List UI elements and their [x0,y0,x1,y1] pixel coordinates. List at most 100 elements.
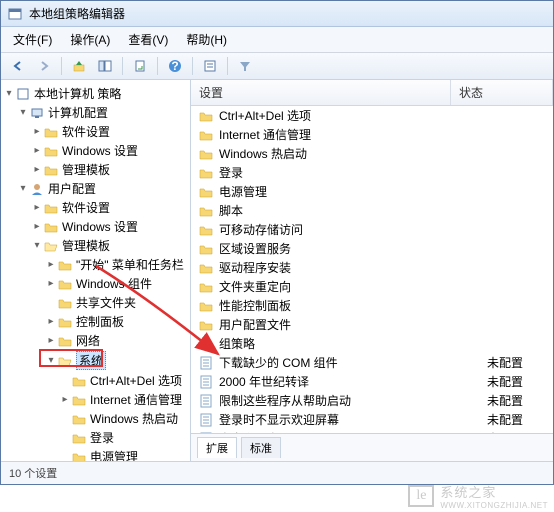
tree-item[interactable]: ▸网络 [1,331,190,350]
column-name[interactable]: 设置 [191,80,451,105]
list-folder-row[interactable]: Ctrl+Alt+Del 选项 [191,106,553,125]
tree-system-selected[interactable]: ▾系统 [1,350,190,371]
statusbar: 10 个设置 [1,461,553,484]
watermark-brand: 系统之家 [440,482,548,501]
list-setting-row[interactable]: 限制这些程序从帮助启动未配置 [191,391,553,410]
tree-item[interactable]: 电源管理 [1,447,190,461]
tree-item[interactable]: ▸Windows 组件 [1,274,190,293]
titlebar: 本地组策略编辑器 [1,1,553,27]
tree-item[interactable]: ▸Windows 设置 [1,141,190,160]
user-icon [29,182,45,196]
list-folder-row[interactable]: 登录 [191,163,553,182]
folder-icon [71,412,87,426]
gpedit-window: 本地组策略编辑器 文件(F) 操作(A) 查看(V) 帮助(H) ? ▾本地计算… [0,0,554,485]
item-name: 登录时不显示欢迎屏幕 [219,411,479,428]
column-state[interactable]: 状态 [451,80,553,105]
tree-item[interactable]: 登录 [1,428,190,447]
item-state: 未配置 [479,373,553,390]
tree-item[interactable]: ▸软件设置 [1,122,190,141]
folder-icon [197,299,215,313]
folder-icon [197,147,215,161]
tree-item[interactable]: Ctrl+Alt+Del 选项 [1,371,190,390]
tree-item[interactable]: 共享文件夹 [1,293,190,312]
tree-item[interactable]: ▸控制面板 [1,312,190,331]
expand-icon[interactable]: ▸ [31,145,43,156]
toolbar-separator [61,57,62,75]
expand-icon[interactable]: ▸ [31,221,43,232]
list-folder-row[interactable]: Windows 热启动 [191,144,553,163]
folder-icon [57,258,73,272]
expand-icon[interactable]: ▸ [31,202,43,213]
list-setting-row[interactable]: 登录时不显示欢迎屏幕未配置 [191,410,553,429]
properties-button[interactable] [199,56,221,76]
list-body[interactable]: Ctrl+Alt+Del 选项Internet 通信管理Windows 热启动登… [191,106,553,433]
list-folder-row[interactable]: 文件夹重定向 [191,277,553,296]
folder-icon [71,431,87,445]
tree-item[interactable]: ▸软件设置 [1,198,190,217]
item-name: 下载缺少的 COM 组件 [219,354,479,371]
tree-computer-config[interactable]: ▾计算机配置 [1,103,190,122]
tree-admin-templates[interactable]: ▾管理模板 [1,236,190,255]
collapse-icon[interactable]: ▾ [17,107,29,118]
help-button[interactable]: ? [164,56,186,76]
tab-standard[interactable]: 标准 [241,437,281,458]
collapse-icon[interactable]: ▾ [17,183,29,194]
menu-help[interactable]: 帮助(H) [178,29,235,50]
item-name: 文件夹重定向 [219,278,479,295]
tree-item[interactable]: ▸管理模板 [1,160,190,179]
expand-icon[interactable]: ▸ [31,126,43,137]
tree-item[interactable]: Windows 热启动 [1,409,190,428]
tree-user-config[interactable]: ▾用户配置 [1,179,190,198]
setting-icon [197,394,215,408]
expand-icon[interactable]: ▸ [31,164,43,175]
folder-icon [197,223,215,237]
tree-pane[interactable]: ▾本地计算机 策略 ▾计算机配置 ▸软件设置 ▸Windows 设置 ▸管理模板… [1,80,191,461]
list-folder-row[interactable]: 电源管理 [191,182,553,201]
collapse-icon[interactable]: ▾ [3,88,15,99]
list-folder-row[interactable]: 组策略 [191,334,553,353]
list-folder-row[interactable]: 可移动存储访问 [191,220,553,239]
show-hide-tree-button[interactable] [94,56,116,76]
list-folder-row[interactable]: 驱动程序安装 [191,258,553,277]
folder-icon [57,296,73,310]
menu-view[interactable]: 查看(V) [120,29,176,50]
menu-file[interactable]: 文件(F) [5,29,60,50]
toolbar-separator [122,57,123,75]
setting-icon [197,375,215,389]
expand-icon[interactable]: ▸ [45,316,57,327]
list-setting-row[interactable]: 2000 年世纪转译未配置 [191,372,553,391]
tree-item[interactable]: ▸Windows 设置 [1,217,190,236]
list-folder-row[interactable]: 区域设置服务 [191,239,553,258]
expand-icon[interactable]: ▸ [59,394,71,405]
list-header: 设置 状态 [191,80,553,106]
forward-button[interactable] [33,56,55,76]
item-name: 驱动程序安装 [219,259,479,276]
list-folder-row[interactable]: Internet 通信管理 [191,125,553,144]
toolbar: ? [1,53,553,80]
policy-icon [15,87,31,101]
list-folder-row[interactable]: 脚本 [191,201,553,220]
item-name: 用户配置文件 [219,316,479,333]
folder-icon [197,128,215,142]
list-folder-row[interactable]: 性能控制面板 [191,296,553,315]
expand-icon[interactable]: ▸ [45,278,57,289]
tree-item[interactable]: ▸Internet 通信管理 [1,390,190,409]
up-button[interactable] [68,56,90,76]
tree-item[interactable]: ▸"开始" 菜单和任务栏 [1,255,190,274]
folder-icon [197,204,215,218]
collapse-icon[interactable]: ▾ [31,240,43,251]
list-setting-row[interactable]: 下载缺少的 COM 组件未配置 [191,353,553,372]
tree-root[interactable]: ▾本地计算机 策略 [1,84,190,103]
list-folder-row[interactable]: 用户配置文件 [191,315,553,334]
filter-button[interactable] [234,56,256,76]
collapse-icon[interactable]: ▾ [45,355,57,366]
folder-icon [197,185,215,199]
export-button[interactable] [129,56,151,76]
item-state: 未配置 [479,354,553,371]
expand-icon[interactable]: ▸ [45,259,57,270]
expand-icon[interactable]: ▸ [45,335,57,346]
back-button[interactable] [7,56,29,76]
menu-action[interactable]: 操作(A) [62,29,118,50]
folder-icon [197,318,215,332]
tab-extended[interactable]: 扩展 [197,437,237,458]
